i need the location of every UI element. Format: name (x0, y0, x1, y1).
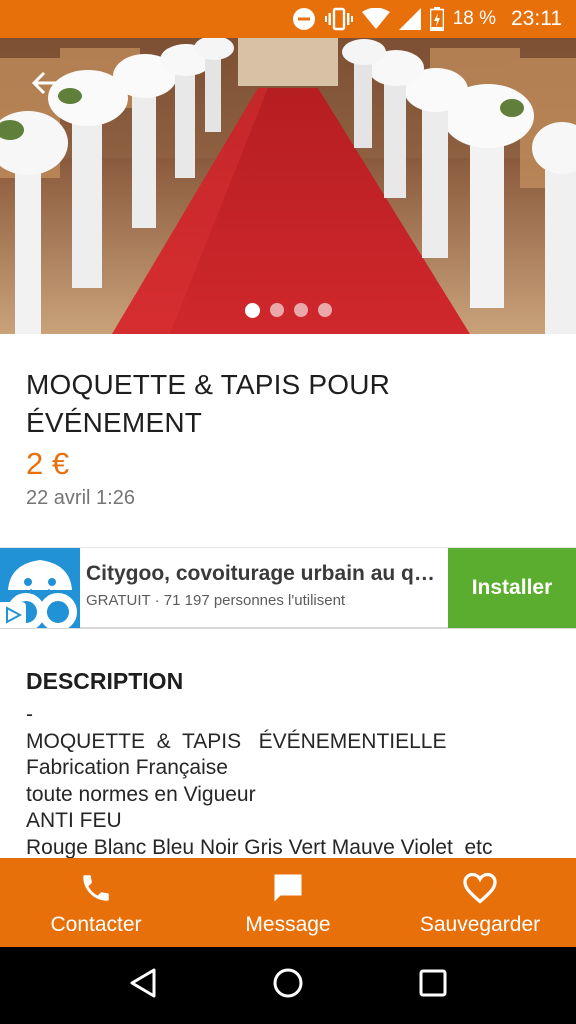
heart-outline-icon (462, 869, 498, 907)
description-heading: DESCRIPTION (26, 668, 184, 694)
contact-label: Contacter (50, 912, 142, 936)
battery-level: 18 % (452, 8, 496, 29)
save-label: Sauvegarder (419, 912, 541, 936)
status-bar: 18 % 23:11 (0, 0, 576, 38)
gallery-dot-1[interactable] (244, 303, 260, 318)
action-bar: Contacter Message Sauvegarder (0, 858, 576, 947)
clock: 23:11 (511, 7, 562, 30)
citygoo-logo (0, 548, 80, 628)
nav-recents-button[interactable] (403, 956, 463, 1016)
vibrate-icon (324, 7, 353, 31)
save-button[interactable]: Sauvegarder (384, 858, 576, 947)
message-button[interactable]: Message (192, 858, 384, 947)
listing-date: 22 avril 1:26 (26, 487, 135, 509)
description-body: - MOQUETTE & TAPIS ÉVÉNEMENTIELLE Fabric… (26, 703, 493, 859)
contact-button[interactable]: Contacter (0, 858, 192, 947)
gallery-dot-4[interactable] (317, 303, 332, 317)
triangle-back-icon (128, 967, 158, 1004)
ad-banner[interactable]: Citygoo, covoiturage urbain au qu… GRATU… (0, 547, 576, 629)
do-not-disturb-icon (292, 7, 316, 31)
ad-install-button[interactable]: Installer (448, 548, 576, 628)
message-label: Message (245, 912, 331, 936)
wifi-icon (361, 8, 390, 30)
phone-icon (79, 869, 113, 907)
ad-title: Citygoo, covoiturage urbain au qu… (86, 562, 444, 585)
nav-back-button[interactable] (113, 956, 173, 1016)
nav-home-button[interactable] (258, 956, 318, 1016)
listing-title: MOQUETTE & TAPIS POUR ÉVÉNEMENT (26, 369, 391, 438)
gallery-dot-3[interactable] (293, 303, 308, 317)
ad-choices-icon[interactable] (0, 602, 26, 628)
circle-home-icon (272, 967, 304, 1004)
ad-subtitle: GRATUIT · 71 197 personnes l'utilisent (86, 592, 346, 609)
listing-price: 2 € (26, 446, 70, 481)
arrow-left-icon (30, 68, 60, 103)
square-recents-icon (419, 969, 447, 1002)
back-button[interactable] (22, 62, 68, 108)
chat-bubble-icon (270, 869, 306, 907)
listing-photo (0, 38, 576, 334)
system-navigation-bar (0, 947, 576, 1024)
signal-icon (398, 8, 421, 30)
gallery-pagination (0, 303, 576, 318)
image-gallery[interactable] (0, 38, 576, 334)
battery-charging-icon (429, 7, 444, 31)
gallery-dot-2[interactable] (269, 303, 284, 317)
